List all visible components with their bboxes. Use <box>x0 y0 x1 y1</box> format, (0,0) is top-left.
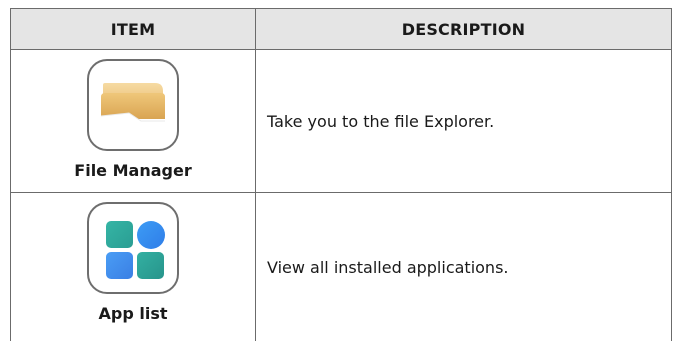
item-cell-file-manager: File Manager <box>11 50 256 192</box>
items-table: ITEM DESCRIPTION File Manager Take you t… <box>10 8 672 341</box>
description-app-list: View all installed applications. <box>267 257 509 277</box>
folder-icon <box>100 83 165 135</box>
item-cell-app-list: App list <box>11 193 256 341</box>
header-description: DESCRIPTION <box>401 19 526 39</box>
item-label-app-list: App list <box>98 304 168 323</box>
file-manager-app-icon[interactable] <box>87 59 179 151</box>
app-tile-teal-square <box>106 221 133 248</box>
app-tile-blue-circle <box>137 221 165 249</box>
header-item: ITEM <box>11 9 256 49</box>
item-label-file-manager: File Manager <box>74 161 192 180</box>
app-tile-blue-square <box>106 252 133 279</box>
table-row: File Manager Take you to the file Explor… <box>11 50 671 193</box>
table-row: App list View all installed applications… <box>11 193 671 341</box>
table-header-row: ITEM DESCRIPTION <box>11 9 671 50</box>
description-file-manager: Take you to the file Explorer. <box>267 111 495 131</box>
app-list-app-icon[interactable] <box>87 202 179 294</box>
app-tile-teal-square-2 <box>137 252 164 279</box>
